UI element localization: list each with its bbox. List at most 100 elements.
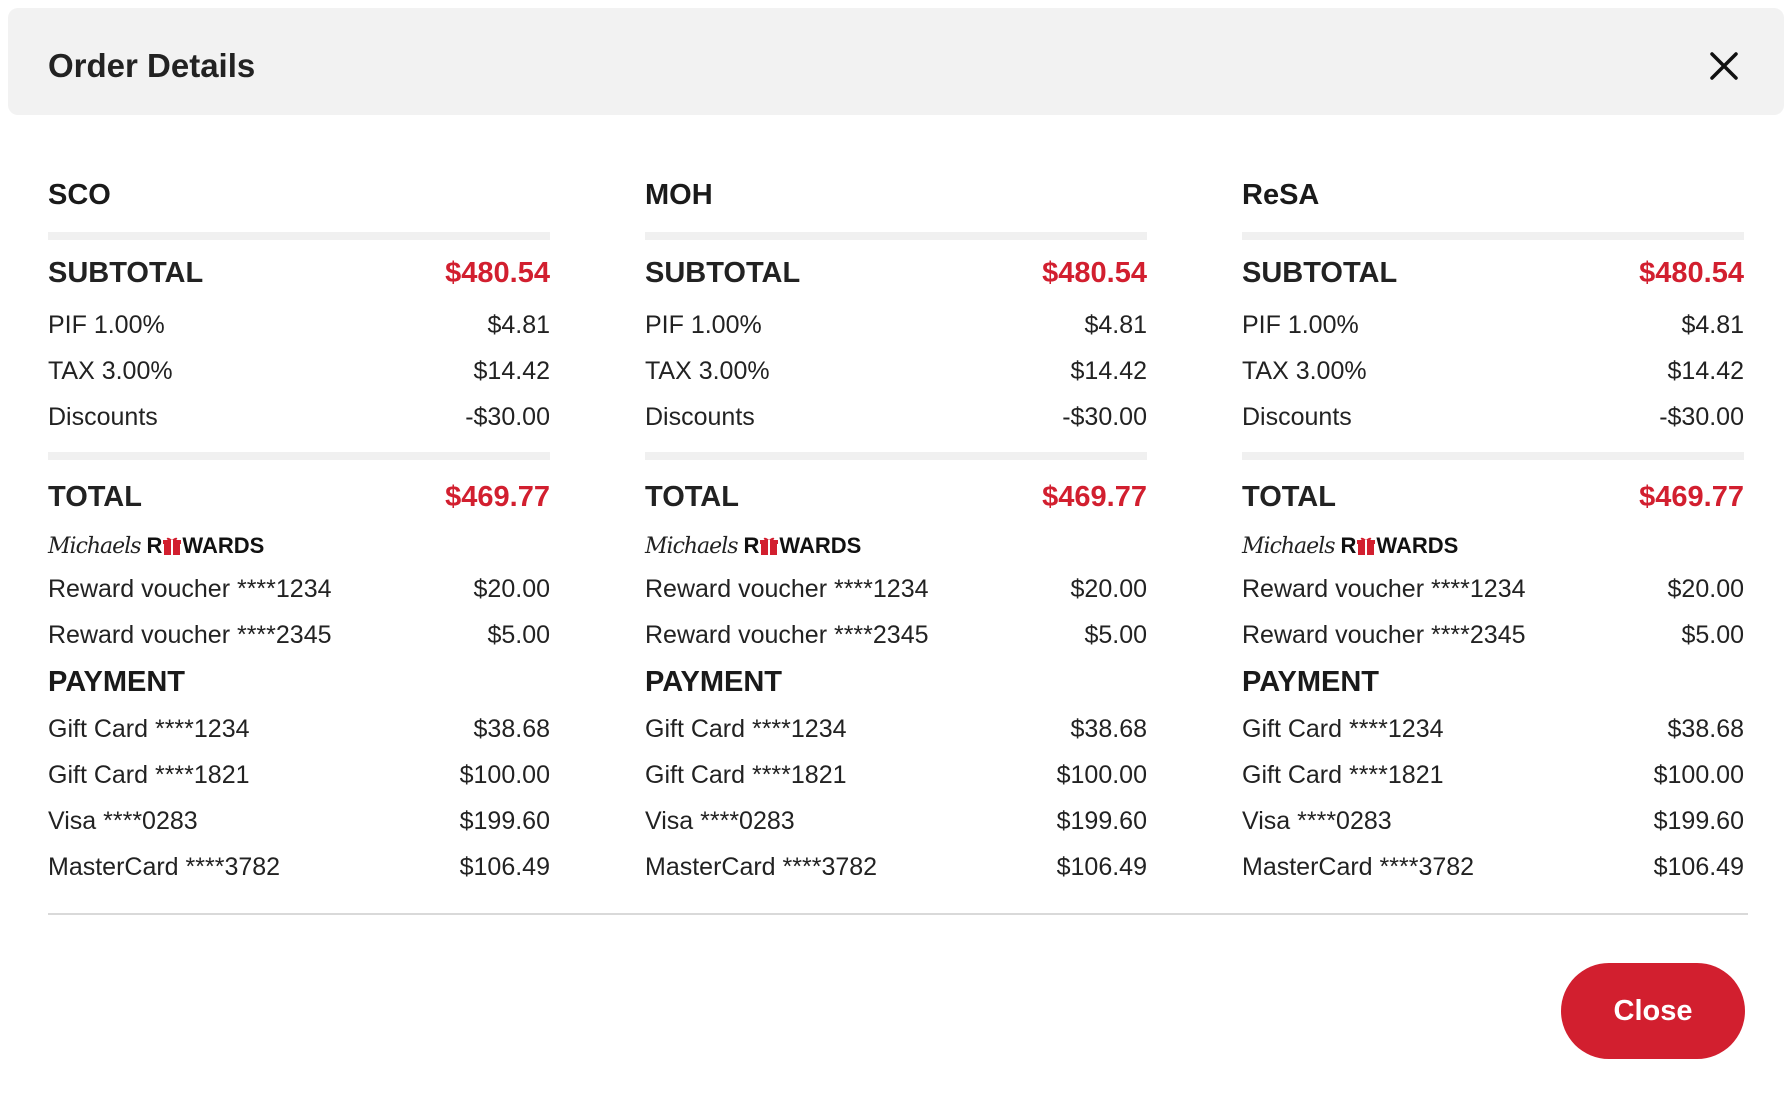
payment-value: $106.49 xyxy=(1056,852,1147,881)
column-title: ReSA xyxy=(1242,179,1320,211)
modal-title: Order Details xyxy=(48,47,256,84)
line-row: PIF 1.00% $4.81 xyxy=(1242,302,1744,348)
subtotal-row: SUBTOTAL $480.54 xyxy=(48,244,550,302)
subtotal-label: SUBTOTAL xyxy=(48,256,204,289)
payment-row: Gift Card ****1821 $100.00 xyxy=(48,752,550,798)
line-value: -$30.00 xyxy=(1062,402,1147,431)
payment-row: Gift Card ****1234 $38.68 xyxy=(645,706,1147,752)
payment-label: MasterCard ****3782 xyxy=(645,852,878,881)
total-label: TOTAL xyxy=(48,480,142,513)
line-row: PIF 1.00% $4.81 xyxy=(645,302,1147,348)
voucher-label: Reward voucher ****1234 xyxy=(1242,574,1526,603)
line-row: Discounts -$30.00 xyxy=(48,394,550,440)
footer-divider xyxy=(48,913,1748,915)
logo-script-text: Michaels xyxy=(48,533,142,559)
line-row: TAX 3.00% $14.42 xyxy=(1242,348,1744,394)
total-row: TOTAL $469.77 xyxy=(1242,468,1744,526)
line-label: Discounts xyxy=(48,402,158,431)
divider xyxy=(48,452,550,460)
payment-heading: PAYMENT xyxy=(48,666,185,698)
payment-row: Visa ****0283 $199.60 xyxy=(1242,798,1744,844)
logo-script-text: Michaels xyxy=(645,533,739,559)
gift-icon xyxy=(760,537,779,555)
payment-value: $100.00 xyxy=(1653,760,1744,789)
line-value: $4.81 xyxy=(1681,310,1744,339)
subtotal-value: $480.54 xyxy=(445,256,550,289)
divider xyxy=(1242,232,1744,240)
line-row: Discounts -$30.00 xyxy=(645,394,1147,440)
payment-label: Visa ****0283 xyxy=(1242,806,1392,835)
line-label: PIF 1.00% xyxy=(1242,310,1359,339)
line-value: -$30.00 xyxy=(465,402,550,431)
payment-value: $100.00 xyxy=(459,760,550,789)
line-row: PIF 1.00% $4.81 xyxy=(48,302,550,348)
column-title: MOH xyxy=(645,179,713,211)
voucher-row: Reward voucher ****1234 $20.00 xyxy=(48,566,550,612)
line-row: Discounts -$30.00 xyxy=(1242,394,1744,440)
payment-label: MasterCard ****3782 xyxy=(48,852,281,881)
line-value: $14.42 xyxy=(1667,356,1744,385)
payment-label: Gift Card ****1821 xyxy=(1242,760,1444,789)
total-row: TOTAL $469.77 xyxy=(645,468,1147,526)
payment-heading: PAYMENT xyxy=(645,666,782,698)
logo-letters-wards: WARDS xyxy=(1376,533,1459,558)
payment-value: $38.68 xyxy=(473,714,550,743)
line-row: TAX 3.00% $14.42 xyxy=(48,348,550,394)
total-row: TOTAL $469.77 xyxy=(48,468,550,526)
michaels-rewards-logo: Michaels R WARDS xyxy=(645,526,1147,566)
subtotal-row: SUBTOTAL $480.54 xyxy=(1242,244,1744,302)
summary-column: ReSA SUBTOTAL $480.54 PIF 1.00% $4.81 TA… xyxy=(1242,170,1744,890)
logo-letter-r: R xyxy=(1340,533,1357,558)
payment-row: Gift Card ****1234 $38.68 xyxy=(1242,706,1744,752)
divider xyxy=(645,452,1147,460)
voucher-row: Reward voucher ****1234 $20.00 xyxy=(645,566,1147,612)
payment-value: $199.60 xyxy=(459,806,550,835)
voucher-label: Reward voucher ****2345 xyxy=(48,620,332,649)
divider xyxy=(1242,452,1744,460)
payment-label: MasterCard ****3782 xyxy=(1242,852,1475,881)
payment-label: Gift Card ****1821 xyxy=(48,760,250,789)
close-button[interactable]: Close xyxy=(1561,963,1745,1059)
logo-letter-r: R xyxy=(743,533,760,558)
logo-rewards-text: R WARDS xyxy=(744,533,862,559)
payment-heading: PAYMENT xyxy=(1242,666,1379,698)
subtotal-label: SUBTOTAL xyxy=(645,256,801,289)
voucher-label: Reward voucher ****1234 xyxy=(645,574,929,603)
payment-label: Gift Card ****1234 xyxy=(48,714,250,743)
total-value: $469.77 xyxy=(445,480,550,513)
line-value: $14.42 xyxy=(1070,356,1147,385)
voucher-value: $20.00 xyxy=(473,574,550,603)
payment-value: $106.49 xyxy=(1653,852,1744,881)
voucher-label: Reward voucher ****2345 xyxy=(645,620,929,649)
payment-row: MasterCard ****3782 $106.49 xyxy=(645,844,1147,890)
column-title: SCO xyxy=(48,179,111,211)
line-value: $4.81 xyxy=(487,310,550,339)
voucher-label: Reward voucher ****2345 xyxy=(1242,620,1526,649)
total-label: TOTAL xyxy=(645,480,739,513)
line-label: TAX 3.00% xyxy=(645,356,770,385)
voucher-row: Reward voucher ****2345 $5.00 xyxy=(645,612,1147,658)
line-value: -$30.00 xyxy=(1659,402,1744,431)
michaels-rewards-logo: Michaels R WARDS xyxy=(1242,526,1744,566)
payment-label: Visa ****0283 xyxy=(48,806,198,835)
voucher-value: $20.00 xyxy=(1667,574,1744,603)
total-value: $469.77 xyxy=(1639,480,1744,513)
line-label: Discounts xyxy=(645,402,755,431)
subtotal-value: $480.54 xyxy=(1639,256,1744,289)
close-icon[interactable] xyxy=(1704,46,1744,86)
payment-label: Gift Card ****1234 xyxy=(645,714,847,743)
line-label: PIF 1.00% xyxy=(48,310,165,339)
voucher-value: $5.00 xyxy=(1084,620,1147,649)
voucher-row: Reward voucher ****2345 $5.00 xyxy=(48,612,550,658)
payment-value: $199.60 xyxy=(1056,806,1147,835)
michaels-rewards-logo: Michaels R WARDS xyxy=(48,526,550,566)
divider xyxy=(645,232,1147,240)
voucher-value: $5.00 xyxy=(487,620,550,649)
line-value: $4.81 xyxy=(1084,310,1147,339)
voucher-row: Reward voucher ****1234 $20.00 xyxy=(1242,566,1744,612)
payment-value: $106.49 xyxy=(459,852,550,881)
payment-value: $38.68 xyxy=(1667,714,1744,743)
payment-row: Gift Card ****1234 $38.68 xyxy=(48,706,550,752)
payment-row: Visa ****0283 $199.60 xyxy=(48,798,550,844)
payment-label: Gift Card ****1234 xyxy=(1242,714,1444,743)
